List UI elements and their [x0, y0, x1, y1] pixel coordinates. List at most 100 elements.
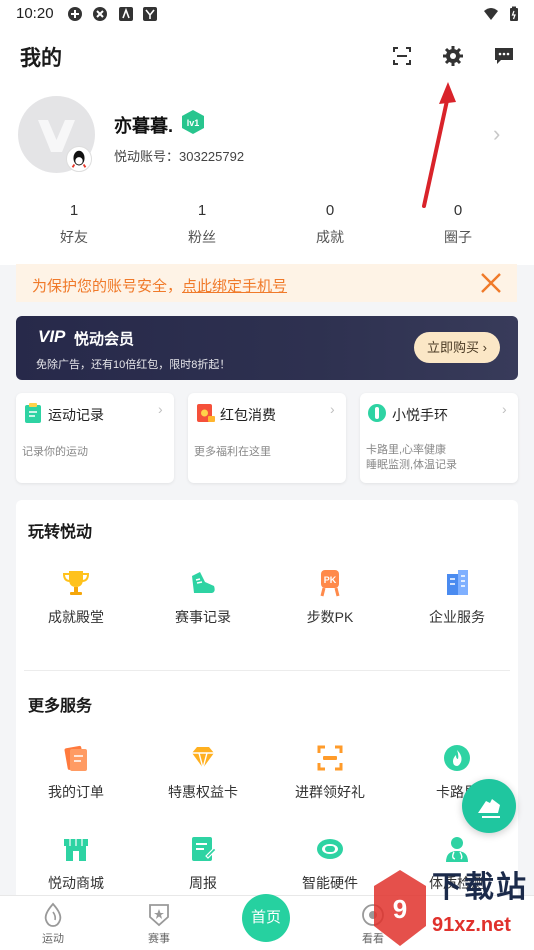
page-title: 我的	[20, 47, 62, 70]
card-title: 红包消费	[220, 407, 276, 423]
nav-item-home[interactable]: 首页	[242, 894, 290, 942]
grid-item-label: 进群领好礼	[295, 784, 365, 800]
trophy-icon	[62, 571, 90, 595]
grid-item-orders[interactable]: 我的订单	[16, 743, 136, 802]
battery-icon	[510, 6, 518, 21]
bind-phone-link[interactable]: 点此绑定手机号	[182, 278, 287, 295]
floating-run-button[interactable]	[462, 779, 516, 833]
building-icon	[447, 570, 468, 595]
report-icon	[192, 837, 217, 861]
drop-icon	[44, 902, 62, 927]
store-icon	[64, 839, 88, 861]
scan-icon[interactable]	[390, 44, 414, 68]
card-title: 小悦手环	[392, 407, 448, 423]
app-notification-icon	[68, 7, 82, 21]
settings-gear-icon[interactable]	[441, 44, 465, 68]
stat-label: 圈子	[444, 229, 472, 245]
wifi-icon	[484, 8, 498, 20]
banner-text-prefix: 为保护您的账号安全，	[32, 278, 183, 295]
banner-text: 为保护您的账号安全，点此绑定手机号	[32, 275, 287, 296]
grid-item-step-pk[interactable]: PK 步数PK	[270, 568, 390, 627]
pk-icon: PK	[320, 570, 340, 597]
account-id: 悦动账号：303225792	[114, 149, 245, 164]
watermark-title: 下载站	[432, 871, 528, 904]
vip-badge: VIP	[38, 327, 66, 346]
grid-item-join-group[interactable]: 进群领好礼	[270, 743, 390, 802]
message-icon[interactable]	[492, 44, 516, 68]
stat-value: 1	[69, 202, 79, 219]
nav-label: 赛事	[148, 933, 170, 945]
flame-icon	[444, 745, 470, 771]
stat-friends[interactable]: 1 好友	[24, 202, 124, 247]
stat-label: 粉丝	[188, 229, 216, 245]
card-smart-band[interactable]: 小悦手环 › 卡路里,心率健康 睡眠监测,体温记录	[360, 393, 518, 483]
grid-item-label: 我的订单	[48, 784, 104, 800]
chevron-right-icon: ›	[502, 401, 507, 417]
section-title-play: 玩转悦动	[28, 524, 93, 541]
diamond-icon	[192, 747, 214, 771]
running-shoe-icon	[478, 799, 500, 818]
band-icon	[317, 839, 343, 859]
annotation-arrow-icon	[422, 82, 456, 208]
grid-item-race-record[interactable]: 赛事记录	[143, 568, 263, 627]
stat-value: 0	[325, 202, 335, 219]
services-panel: 玩转悦动 成就殿堂 赛事记录 PK 步数PK 企业服务 更多服务 我的订单 特惠…	[16, 500, 518, 900]
vip-title: 悦动会员	[74, 331, 135, 348]
grid-item-label: 企业服务	[429, 609, 485, 625]
scan-group-icon	[317, 745, 343, 771]
level-badge: lv1	[180, 109, 206, 135]
chevron-right-icon: ›	[158, 401, 163, 417]
clipboard-icon	[25, 403, 41, 423]
chevron-right-icon[interactable]: ›	[493, 121, 500, 147]
card-exercise-record[interactable]: 运动记录 › 记录你的运动	[16, 393, 174, 483]
card-desc: 更多福利在这里	[194, 446, 271, 458]
status-bar: 10:20	[0, 0, 534, 30]
level-text: lv1	[187, 118, 200, 128]
grid-item-label: 成就殿堂	[48, 609, 104, 625]
stat-fans[interactable]: 1 粉丝	[152, 202, 252, 247]
stat-label: 好友	[60, 229, 88, 245]
order-icon	[64, 745, 87, 771]
svg-text:9: 9	[393, 894, 407, 924]
grid-item-achievements[interactable]: 成就殿堂	[16, 568, 136, 627]
card-red-packet[interactable]: 红包消费 › 更多福利在这里	[188, 393, 346, 483]
app-y-icon	[143, 7, 157, 21]
close-icon[interactable]	[478, 270, 504, 296]
nav-item-events[interactable]: 赛事	[124, 902, 194, 946]
vip-subtitle: 免除广告，还有10倍红包，限时8折起！	[36, 359, 231, 371]
watermark: 9 下载站 91xz.net	[370, 858, 534, 950]
card-desc: 卡路里,心率健康 睡眠监测,体温记录	[366, 444, 458, 471]
grid-item-weekly-report[interactable]: 周报	[143, 834, 263, 893]
card-title: 运动记录	[48, 407, 104, 423]
stat-value: 1	[197, 202, 207, 219]
user-name: 亦暮暮.	[114, 116, 174, 136]
grid-item-label: 赛事记录	[175, 609, 231, 625]
grid-item-label: 特惠权益卡	[168, 784, 238, 800]
stat-label: 成就	[316, 229, 344, 245]
shield-star-icon	[149, 904, 169, 927]
status-time: 10:20	[16, 5, 54, 22]
grid-item-discount-card[interactable]: 特惠权益卡	[143, 743, 263, 802]
red-packet-icon	[197, 404, 215, 422]
card-desc: 记录你的运动	[22, 446, 88, 458]
app-header: 我的	[0, 30, 534, 80]
grid-item-label: 周报	[189, 875, 217, 891]
grid-item-enterprise[interactable]: 企业服务	[397, 568, 517, 627]
app-notification-icon-2	[93, 7, 107, 21]
section-title-more: 更多服务	[28, 698, 93, 715]
nav-item-sport[interactable]: 运动	[18, 902, 88, 946]
watermark-url: 91xz.net	[432, 914, 511, 936]
band-device-icon	[368, 404, 386, 422]
section-divider	[24, 670, 510, 671]
stat-achievements[interactable]: 0 成就	[280, 202, 380, 247]
nav-label: 运动	[42, 933, 64, 945]
buy-now-button[interactable]: 立即购买 ›	[414, 332, 500, 363]
grid-item-store[interactable]: 悦动商城	[16, 834, 136, 893]
qq-icon	[66, 146, 92, 172]
chevron-right-icon: ›	[330, 401, 335, 417]
grid-item-label: 悦动商城	[48, 875, 104, 891]
vip-banner[interactable]: VIP 悦动会员 免除广告，还有10倍红包，限时8折起！ 立即购买 ›	[16, 316, 518, 380]
bind-phone-banner[interactable]: 为保护您的账号安全，点此绑定手机号	[16, 264, 517, 302]
svg-text:PK: PK	[324, 575, 337, 585]
grid-item-label: 步数PK	[306, 609, 354, 625]
